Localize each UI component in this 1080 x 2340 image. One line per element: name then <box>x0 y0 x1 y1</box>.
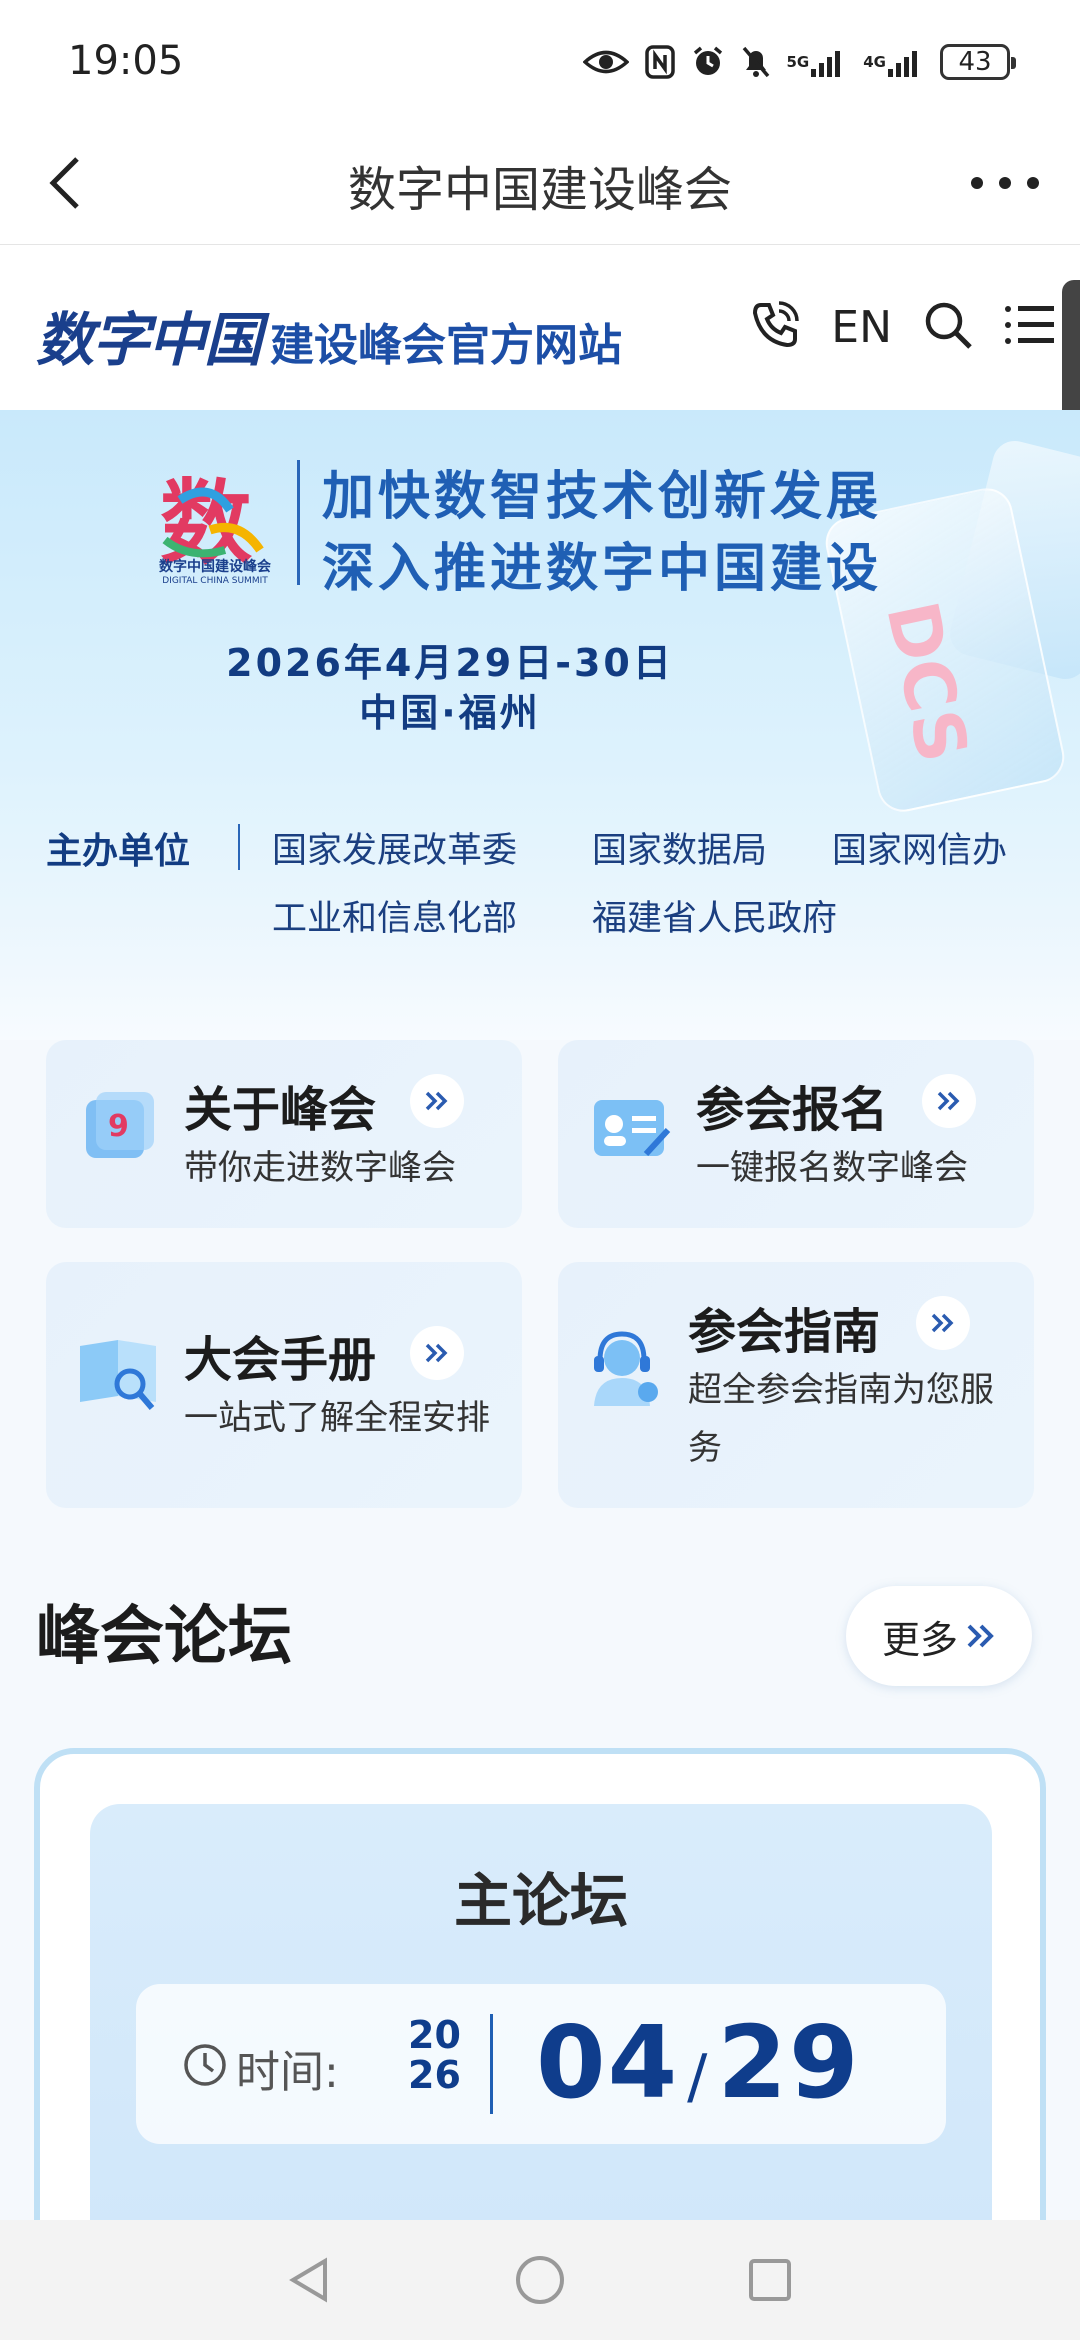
more-label: 更多 <box>881 1617 958 1662</box>
app-title-bar: 数字中国建设峰会 <box>0 120 1080 245</box>
forum-name: 主论坛 <box>453 1867 628 1935</box>
event-date: 2026年4月29日-30日 <box>226 641 674 685</box>
double-chevron-right-icon <box>931 1313 954 1333</box>
double-chevron-right-icon <box>937 1091 960 1111</box>
support-icon <box>594 1331 658 1406</box>
page-title: 数字中国建设峰会 <box>347 162 732 218</box>
nav-recents-button[interactable] <box>738 2248 802 2312</box>
menu-icon <box>1005 306 1054 344</box>
quick-link-desc: 带你走进数字峰会 <box>184 1148 456 1188</box>
site-tools: EN <box>747 295 1056 359</box>
system-nav-bar <box>0 2220 1080 2340</box>
organizer-item: 国家发展改革委 <box>272 831 518 871</box>
date-month: 04 <box>536 2004 680 2121</box>
logo-main-text: 建设峰会官方网站 <box>270 320 623 371</box>
network-4g-label: 4G <box>863 52 886 71</box>
organizer-item: 工业和信息化部 <box>272 899 518 939</box>
handbook-icon <box>80 1340 156 1410</box>
slogan-line-1: 加快数智技术创新发展 <box>322 467 883 527</box>
nfc-icon <box>644 40 675 84</box>
time-label: 时间: <box>236 2047 339 2098</box>
hero-banner: DCS 数 数字中国建设峰会 DIGITAL CHINA SUMMIT 加快数智… <box>0 410 1080 1040</box>
eye-icon <box>582 40 629 84</box>
battery-indicator: 43 <box>940 44 1016 80</box>
year-digits: 20 26 <box>408 2013 461 2097</box>
quick-link-arrow <box>922 1074 976 1128</box>
slogan-line-2: 深入推进数字中国建设 <box>322 539 883 599</box>
menu-button[interactable] <box>1004 303 1056 351</box>
status-time: 19:05 <box>68 38 184 84</box>
quick-link-arrow <box>916 1296 970 1350</box>
emblem-name: 数字中国建设峰会 <box>159 559 271 575</box>
svg-text:9: 9 <box>108 1109 129 1144</box>
quick-link-desc: 一键报名数字峰会 <box>696 1148 968 1188</box>
quick-link-guide[interactable]: 参会指南 超全参会指南为您服务 <box>558 1262 1034 1508</box>
quick-link-about[interactable]: 9 关于峰会 带你走进数字峰会 <box>46 1040 522 1228</box>
double-chevron-right-icon <box>425 1343 448 1363</box>
date-day: 29 <box>717 2004 861 2121</box>
network-5g-label: 5G <box>786 52 810 71</box>
square-recents-icon <box>749 2259 791 2301</box>
status-bar: 19:05 5G 4G 43 <box>0 0 1080 120</box>
logo-script-text: 数字中国 <box>36 306 262 374</box>
phone-icon <box>753 301 800 348</box>
nav-home-button[interactable] <box>508 2248 572 2312</box>
organizers-divider <box>238 824 240 870</box>
quick-link-title: 参会报名 <box>696 1082 889 1138</box>
signal-4g-icon: 4G <box>863 40 924 84</box>
year-bottom: 26 <box>408 2052 461 2097</box>
summit-emblem-icon: 数 <box>160 469 264 577</box>
site-logo[interactable]: 数字中国 建设峰会官方网站 <box>36 293 622 377</box>
more-options-button[interactable] <box>960 148 1050 218</box>
quick-link-title: 大会手册 <box>184 1332 377 1388</box>
triangle-back-icon <box>289 2257 327 2303</box>
emblem-name-en: DIGITAL CHINA SUMMIT <box>162 576 268 586</box>
date-slash: / <box>687 2042 710 2112</box>
quick-link-title: 关于峰会 <box>184 1082 377 1138</box>
quick-link-arrow <box>410 1074 464 1128</box>
quick-link-register[interactable]: 参会报名 一键报名数字峰会 <box>558 1040 1034 1228</box>
organizer-item: 福建省人民政府 <box>592 899 838 939</box>
forum-time-box: 时间: 20 26 04/29 <box>136 1984 946 2144</box>
section-title: 峰会论坛 <box>36 1600 292 1674</box>
time-divider <box>490 2014 493 2114</box>
forum-date: 04/29 <box>536 2004 861 2121</box>
more-dots-icon <box>971 177 1039 189</box>
cube-icon: 9 <box>86 1092 154 1158</box>
organizers-label: 主办单位 <box>46 831 191 872</box>
quick-links: 9 关于峰会 带你走进数字峰会 参会报名 一键报名数字峰会 大会手册 一站式了解… <box>0 1040 1080 1530</box>
language-switch[interactable]: EN <box>831 302 892 353</box>
mute-bell-icon <box>741 40 771 84</box>
phone-button[interactable] <box>747 297 803 357</box>
registration-icon <box>594 1100 671 1157</box>
organizers: 主办单位 国家发展改革委 国家数据局 国家网信办 工业和信息化部 福建省人民政府 <box>0 810 1080 950</box>
signal-5g-icon: 5G <box>787 40 848 84</box>
search-button[interactable] <box>920 297 976 357</box>
double-chevron-right-icon <box>967 1624 994 1648</box>
quick-link-desc: 一站式了解全程安排 <box>184 1398 490 1438</box>
forum-card-inner: 主论坛 时间: 20 26 04/29 <box>90 1804 992 2262</box>
double-chevron-right-icon <box>425 1091 448 1111</box>
organizer-item: 国家网信办 <box>832 831 1008 871</box>
alarm-icon <box>691 40 725 84</box>
status-icons: 5G 4G 43 <box>582 40 1016 84</box>
quick-link-handbook[interactable]: 大会手册 一站式了解全程安排 <box>46 1262 522 1508</box>
search-icon <box>925 302 972 349</box>
forum-section: 峰会论坛 更多 主论坛 时间: 20 26 04/29 <box>0 1530 1080 2268</box>
year-top: 20 <box>408 2013 461 2057</box>
clock-icon <box>184 2044 226 2086</box>
nav-back-button[interactable] <box>278 2248 342 2312</box>
quick-link-desc: 超全参会指南为您服务 <box>688 1370 994 1468</box>
banner-divider <box>297 460 300 585</box>
site-header: 数字中国 建设峰会官方网站 EN <box>0 245 1080 410</box>
circle-home-icon <box>516 2256 564 2304</box>
organizer-item: 国家数据局 <box>592 831 768 871</box>
quick-link-title: 参会指南 <box>688 1304 881 1360</box>
forum-card[interactable]: 主论坛 时间: 20 26 04/29 <box>34 1748 1046 2268</box>
quick-link-arrow <box>410 1326 464 1380</box>
more-button[interactable]: 更多 <box>846 1586 1032 1686</box>
event-place: 中国·福州 <box>359 691 541 735</box>
